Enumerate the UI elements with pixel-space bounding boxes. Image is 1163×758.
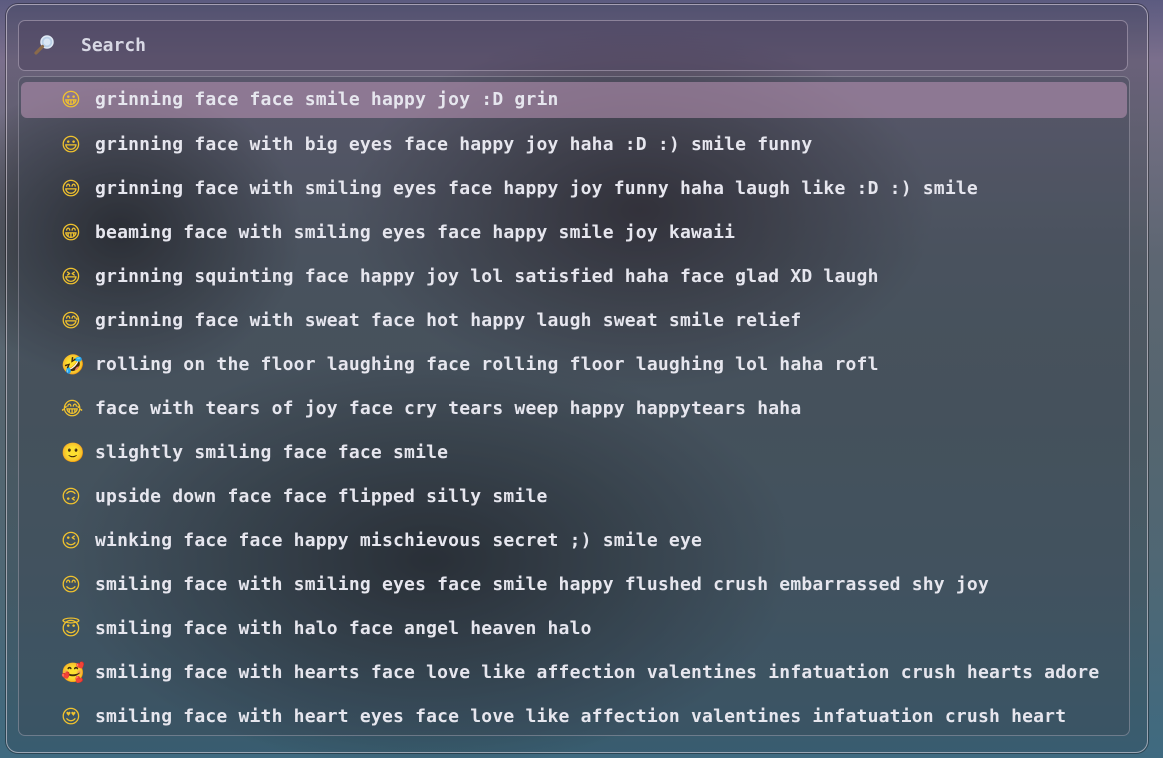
emoji-list: 😀 grinning face face smile happy joy :D g… — [19, 79, 1129, 735]
result-label: beaming face with smiling eyes face happ… — [95, 222, 736, 243]
result-item[interactable]: 😃 grinning face with big eyes face happy … — [21, 123, 1127, 167]
emoji-glyph: 😅 — [61, 310, 81, 332]
result-item[interactable]: 😍 smiling face with heart eyes face love … — [21, 695, 1127, 735]
result-label: face with tears of joy face cry tears we… — [95, 398, 802, 419]
result-label: slightly smiling face face smile — [95, 442, 449, 463]
result-label: upside down face face flipped silly smil… — [95, 486, 548, 507]
emoji-glyph: 🙂 — [61, 442, 85, 464]
result-item[interactable]: 😄 grinning face with smiling eyes face ha… — [21, 167, 1127, 211]
result-item[interactable]: 😉 winking face face happy mischievous sec… — [21, 519, 1127, 563]
result-item[interactable]: 😇 smiling face with halo face angel heave… — [21, 607, 1127, 651]
result-item[interactable]: 😆 grinning squinting face happy joy lol s… — [21, 255, 1127, 299]
result-label: smiling face with heart eyes face love l… — [95, 706, 1067, 727]
result-item[interactable]: 😁 beaming face with smiling eyes face hap… — [21, 211, 1127, 255]
result-item[interactable]: 🥰 smiling face with hearts face love like… — [21, 651, 1127, 695]
result-item[interactable]: 🙃 upside down face face flipped silly smi… — [21, 475, 1127, 519]
search-input[interactable] — [81, 21, 1081, 70]
emoji-glyph: 😇 — [61, 618, 81, 640]
result-label: smiling face with smiling eyes face smil… — [95, 574, 989, 595]
result-item-selected[interactable]: 😀 grinning face face smile happy joy :D g… — [21, 82, 1127, 118]
result-label: smiling face with halo face angel heaven… — [95, 618, 592, 639]
result-label: grinning face with big eyes face happy j… — [95, 134, 813, 155]
result-label: grinning face with sweat face hot happy … — [95, 310, 802, 331]
emoji-glyph: 😂 — [61, 398, 84, 420]
result-item[interactable]: 🤣 rolling on the floor laughing face roll… — [21, 343, 1127, 387]
magnifying-glass-icon — [33, 33, 57, 57]
emoji-glyph: 😀 — [61, 89, 81, 111]
emoji-glyph: 🤣 — [61, 354, 85, 376]
search-bar[interactable] — [18, 20, 1128, 71]
result-item[interactable]: 😊 smiling face with smiling eyes face smi… — [21, 563, 1127, 607]
emoji-glyph: 😆 — [61, 266, 81, 288]
emoji-glyph: 🥰 — [61, 662, 85, 684]
emoji-glyph: 😃 — [61, 134, 81, 156]
emoji-glyph: 😄 — [61, 178, 81, 200]
emoji-glyph: 🙃 — [61, 486, 81, 508]
result-label: rolling on the floor laughing face rolli… — [95, 354, 879, 375]
result-label: grinning squinting face happy joy lol sa… — [95, 266, 879, 287]
result-label: winking face face happy mischievous secr… — [95, 530, 703, 551]
result-item[interactable]: 😂 face with tears of joy face cry tears w… — [21, 387, 1127, 431]
result-item[interactable]: 🙂 slightly smiling face face smile — [21, 431, 1127, 475]
result-label: smiling face with hearts face love like … — [95, 662, 1100, 683]
emoji-glyph: 😉 — [61, 530, 81, 552]
emoji-glyph: 😍 — [61, 706, 81, 728]
result-label: grinning face with smiling eyes face hap… — [95, 178, 978, 199]
emoji-glyph: 😊 — [61, 574, 81, 596]
result-item[interactable]: 😅 grinning face with sweat face hot happy… — [21, 299, 1127, 343]
results-list: 😀 grinning face face smile happy joy :D g… — [18, 76, 1130, 736]
emoji-glyph: 😁 — [61, 222, 81, 244]
result-label: grinning face face smile happy joy :D gr… — [95, 89, 559, 110]
